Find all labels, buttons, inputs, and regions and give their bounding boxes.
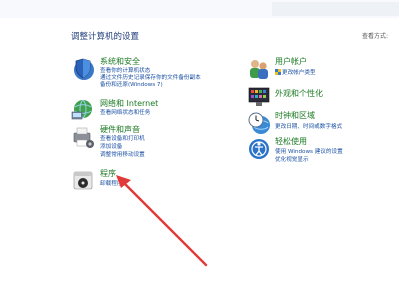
annotation-arrow xyxy=(116,175,208,267)
